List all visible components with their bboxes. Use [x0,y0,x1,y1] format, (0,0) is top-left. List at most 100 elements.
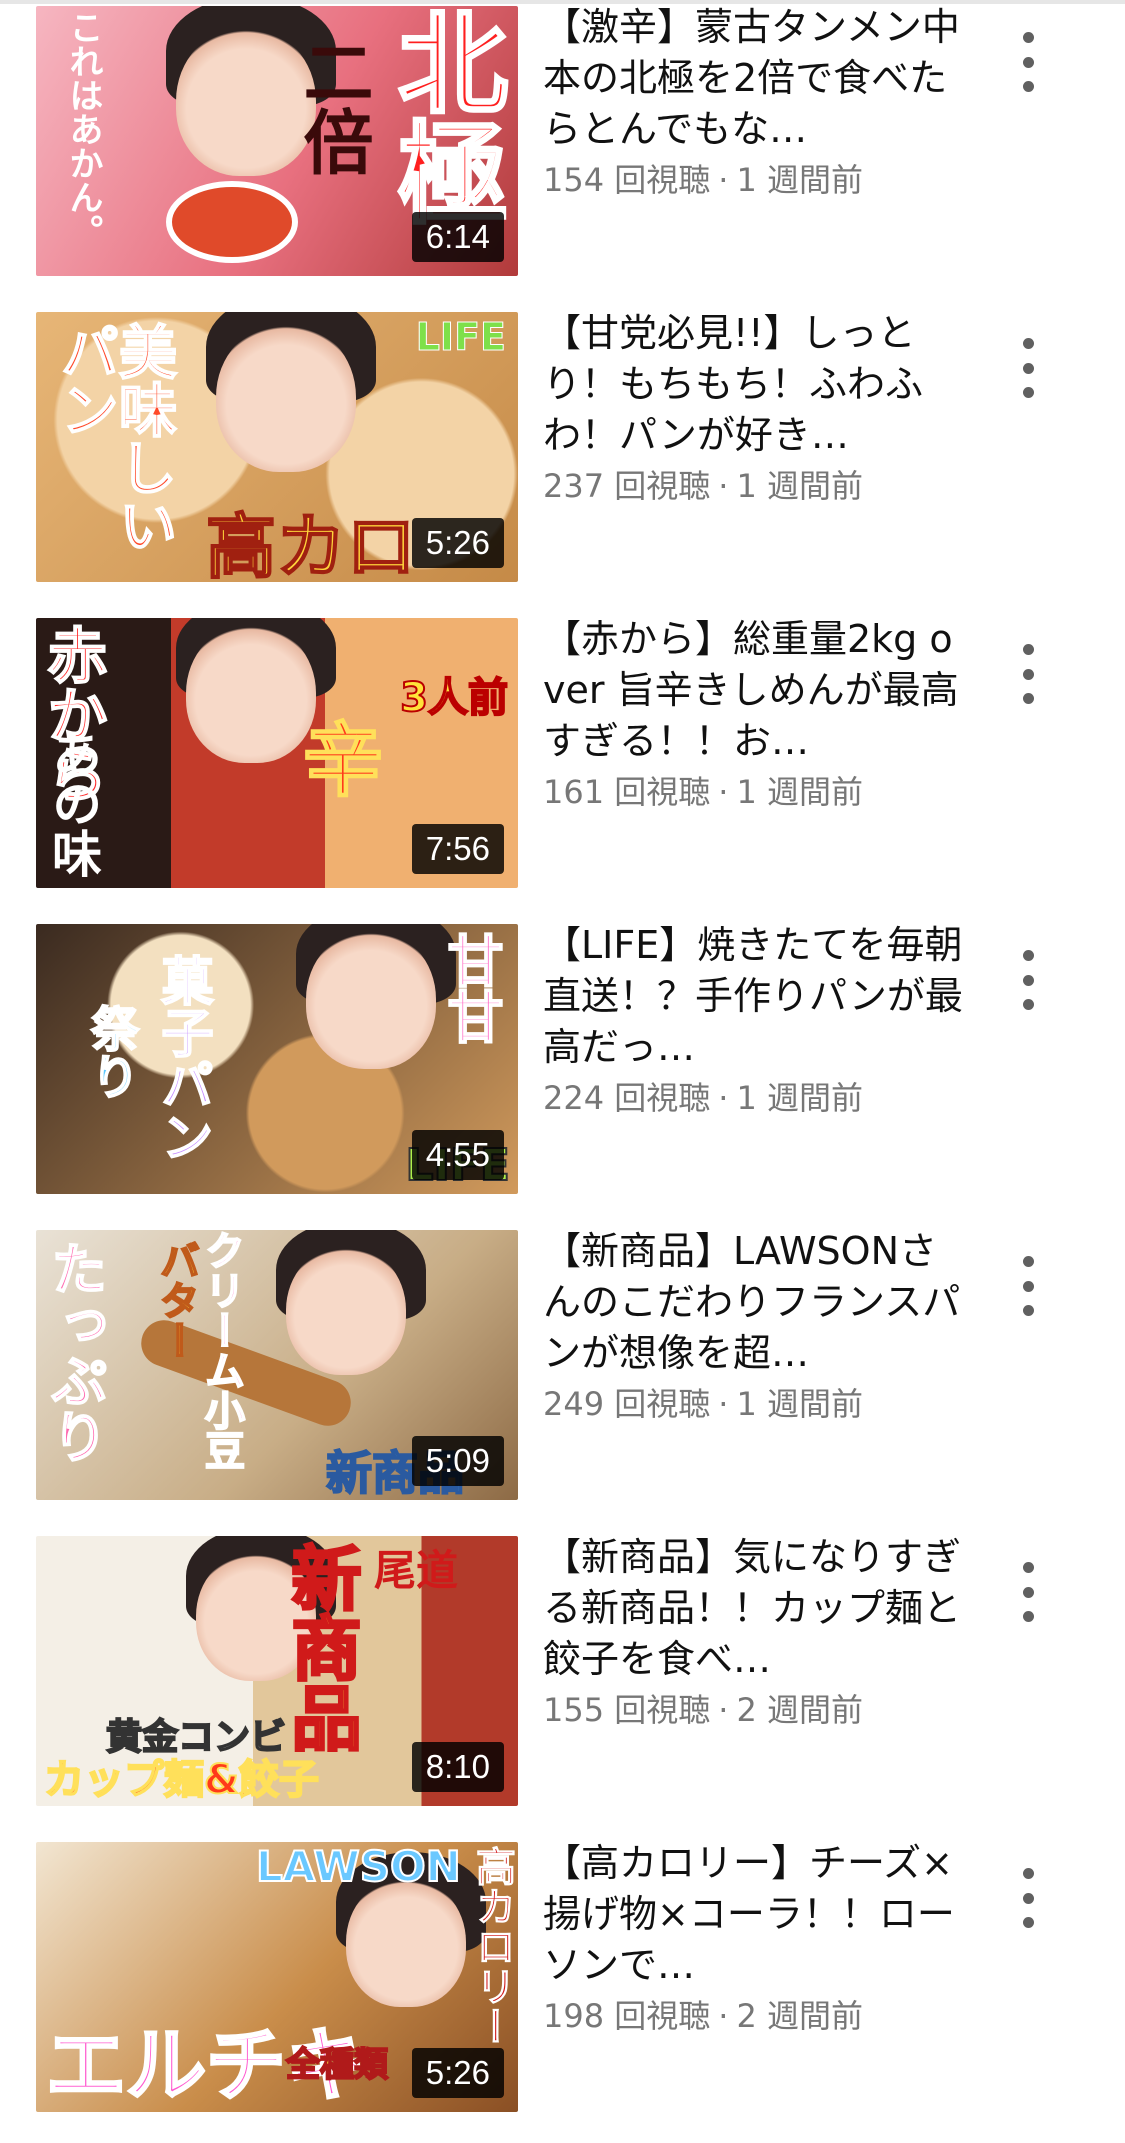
video-thumbnail[interactable]: 北極 二倍 これはあかん。 6:14 [36,6,518,276]
video-list: 北極 二倍 これはあかん。 6:14 【激辛】蒙古タンメン中本の北極を2倍で食べたらとん… [0,0,1125,2130]
view-count: 155 回視聴 [543,1691,711,1729]
upload-age: 1 週間前 [736,1385,863,1423]
video-thumbnail[interactable]: 美味しいパン 高カロ LIFE 5:26 [36,312,518,582]
thumbnail-face [306,929,436,1069]
upload-age: 2 週間前 [736,1691,863,1729]
upload-age: 2 週間前 [736,1997,863,2035]
meta-separator: · [718,467,729,505]
upload-age: 1 週間前 [736,773,863,811]
upload-age: 1 週間前 [736,161,863,199]
video-list-item[interactable]: 美味しいパン 高カロ LIFE 5:26 【甘党必見!!】しっとり！もちもち！ふわふわ！… [0,306,1125,613]
ellipsis-dot [1022,644,1034,655]
view-count: 249 回視聴 [543,1385,711,1423]
thumbnail-caption: 黄金コンビ [105,1717,287,1758]
thumbnail-caption: 甘甘 [437,931,504,1045]
ellipsis-dot [1022,1917,1034,1928]
meta-separator: · [718,1691,729,1729]
duration-badge: 5:09 [411,1436,504,1486]
thumbnail-caption: たっぷり [41,1239,108,1465]
ellipsis-dot [1022,338,1034,349]
video-title[interactable]: 【LIFE】焼きたてを毎朝直送！？手作りパンが最高だっ… [543,920,963,1073]
video-list-item[interactable]: 赤から あの味辛 3人前 7:56 【赤から】総重量2kg over 旨辛きしめんが最高… [0,612,1125,919]
ellipsis-dot [1022,1892,1034,1904]
video-title[interactable]: 【赤から】総重量2kg over 旨辛きしめんが最高すぎる！！お… [543,614,963,767]
view-count: 154 回視聴 [543,161,711,199]
video-title[interactable]: 【激辛】蒙古タンメン中本の北極を2倍で食べたらとんでもな… [543,2,963,155]
ellipsis-dot [1022,1562,1034,1573]
duration-badge: 4:55 [411,1130,504,1180]
ellipsis-dot [1022,1868,1034,1879]
upload-age: 1 週間前 [736,467,863,505]
video-metadata: 154 回視聴 · 1 週間前 [543,160,863,200]
video-metadata: 249 回視聴 · 1 週間前 [543,1384,863,1424]
thumbnail-caption: 高カロリー [469,1846,516,2047]
meta-separator: · [718,161,729,199]
thumbnail-face [216,322,356,472]
video-thumbnail[interactable]: たっぷり バター クリーム小豆 新商品 5:09 [36,1230,518,1500]
video-thumbnail[interactable]: 菓子パン祭り甘甘LIFE4:55 [36,924,518,1194]
thumbnail-caption: 北極 [378,6,509,228]
thumbnail-caption: 全種類 [285,2045,389,2085]
thumbnail-caption: LIFE [415,315,506,359]
duration-badge: 6:14 [411,212,504,262]
video-title[interactable]: 【新商品】気になりすぎる新商品！！カップ麺と餃子を食べ… [543,1532,963,1685]
ellipsis-dot [1022,56,1034,68]
video-list-item[interactable]: エルチキ 全種類 LAWSON 高カロリー 5:26 【高カロリー】チーズ×揚げ物×コーラ… [0,1836,1125,2143]
ellipsis-dot [1022,362,1034,374]
vertical-ellipsis-icon[interactable] [1010,1868,1046,1928]
duration-badge: 5:26 [411,2048,504,2098]
ellipsis-dot [1022,387,1034,398]
thumbnail-caption: バター [152,1239,200,1361]
ellipsis-dot [1022,1256,1034,1267]
video-thumbnail[interactable]: 新商品 黄金コンビ カップ麺&餃子 尾道 8:10 [36,1536,518,1806]
upload-age: 1 週間前 [736,1079,863,1117]
video-list-item[interactable]: 新商品 黄金コンビ カップ麺&餃子 尾道 8:10 【新商品】気になりすぎる新商品！！カッ… [0,1530,1125,1837]
thumbnail-caption: 菓子パン [151,953,213,1163]
ellipsis-dot [1022,693,1034,704]
thumbnail-caption: 3人前 [399,675,509,721]
thumbnail-caption: 祭り [81,1003,139,1101]
video-list-item[interactable]: 菓子パン祭り甘甘LIFE4:55【LIFE】焼きたてを毎朝直送！？手作りパンが最… [0,918,1125,1225]
duration-badge: 8:10 [411,1742,504,1792]
thumbnail-caption: 美味しいパン [50,321,178,555]
vertical-ellipsis-icon[interactable] [1010,1256,1046,1316]
thumbnail-face [286,1245,406,1375]
video-metadata: 237 回視聴 · 1 週間前 [543,466,863,506]
ellipsis-dot [1022,32,1034,43]
ellipsis-dot [1022,1611,1034,1622]
ellipsis-dot [1022,1586,1034,1598]
video-list-item[interactable]: たっぷり バター クリーム小豆 新商品 5:09 【新商品】LAWSONさんのこだわりフラ… [0,1224,1125,1531]
video-title[interactable]: 【高カロリー】チーズ×揚げ物×コーラ！！ローソンで… [543,1838,963,1991]
thumbnail-caption: クリーム小豆 [197,1230,245,1471]
meta-separator: · [718,1997,729,2035]
duration-badge: 5:26 [411,518,504,568]
thumbnail-caption: あの味 [44,728,102,878]
thumbnail-caption: 尾道 [373,1546,458,1595]
view-count: 198 回視聴 [543,1997,711,2035]
thumbnail-caption: LAWSON [255,1842,462,1891]
vertical-ellipsis-icon[interactable] [1010,644,1046,704]
video-list-item[interactable]: 北極 二倍 これはあかん。 6:14 【激辛】蒙古タンメン中本の北極を2倍で食べたらとん… [0,0,1125,307]
video-metadata: 198 回視聴 · 2 週間前 [543,1996,863,2036]
video-thumbnail[interactable]: エルチキ 全種類 LAWSON 高カロリー 5:26 [36,1842,518,2112]
vertical-ellipsis-icon[interactable] [1010,338,1046,398]
video-metadata: 155 回視聴 · 2 週間前 [543,1690,863,1730]
meta-separator: · [718,773,729,811]
ellipsis-dot [1022,950,1034,961]
vertical-ellipsis-icon[interactable] [1010,950,1046,1010]
vertical-ellipsis-icon[interactable] [1010,1562,1046,1622]
ellipsis-dot [1022,81,1034,92]
view-count: 237 回視聴 [543,467,711,505]
video-thumbnail[interactable]: 赤から あの味辛 3人前 7:56 [36,618,518,888]
thumbnail-face [346,1877,466,2007]
thumbnail-caption: 二倍 [292,36,374,176]
ellipsis-dot [1022,1280,1034,1292]
video-title[interactable]: 【甘党必見!!】しっとり！もちもち！ふわふわ！パンが好き… [543,308,963,461]
duration-badge: 7:56 [411,824,504,874]
vertical-ellipsis-icon[interactable] [1010,32,1046,92]
thumbnail-shape [166,181,298,263]
thumbnail-caption: カップ麺&餃子 [43,1757,320,1803]
view-count: 161 回視聴 [543,773,711,811]
video-title[interactable]: 【新商品】LAWSONさんのこだわりフランスパンが想像を超… [543,1226,963,1379]
ellipsis-dot [1022,999,1034,1010]
